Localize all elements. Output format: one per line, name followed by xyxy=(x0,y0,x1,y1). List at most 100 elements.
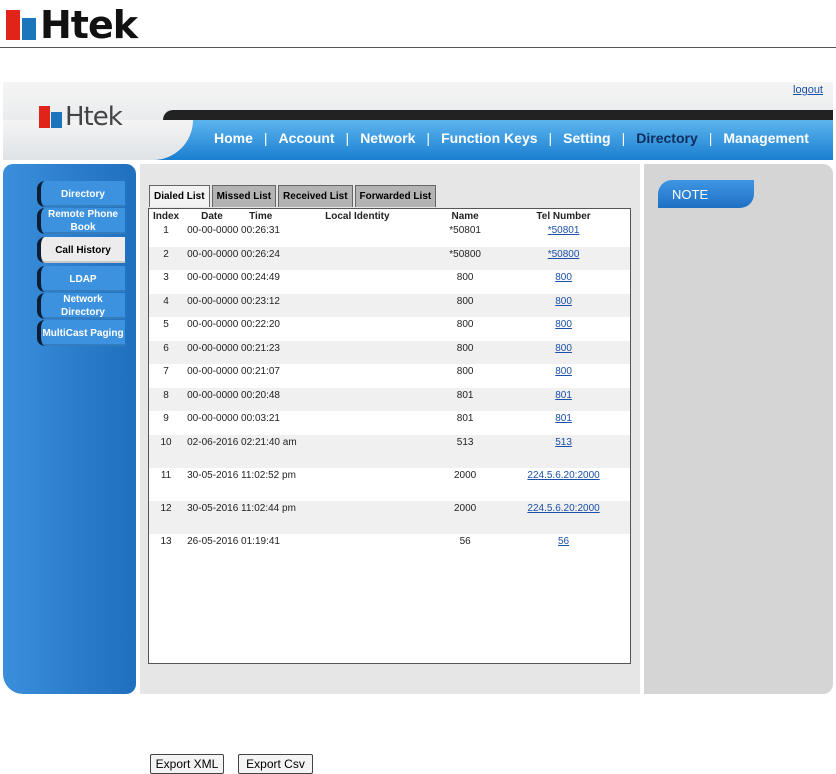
cell-tel: 224.5.6.20:2000 xyxy=(497,468,630,501)
cell-local-identity xyxy=(321,317,433,341)
tel-number-link[interactable]: *50800 xyxy=(548,249,580,260)
cell-datetime: 00-00-0000 00:03:21 xyxy=(187,413,280,424)
export-csv-button[interactable]: Export Csv xyxy=(238,754,313,774)
cell-datetime: 00-00-0000 00:22:20 xyxy=(187,319,280,330)
cell-local-identity xyxy=(321,534,433,558)
tel-number-link[interactable]: 800 xyxy=(555,366,572,377)
brand-bar: Htek xyxy=(0,0,836,48)
table-body: 1 00-00-0000 00:26:31 *50801 *50801 2 00-00-0… xyxy=(149,223,630,557)
table-row: 3 00-00-0000 00:24:49 800 800 xyxy=(149,270,630,294)
cell-local-identity xyxy=(321,341,433,365)
cell-local-identity xyxy=(321,223,433,247)
cell-local-identity xyxy=(321,294,433,318)
note-title: NOTE xyxy=(658,180,754,208)
header: Htek logout Home | Account | Network | F… xyxy=(3,82,833,160)
cell-index: 7 xyxy=(163,366,169,377)
call-list-tabs: Dialed List Missed List Received List Fo… xyxy=(149,185,438,207)
cell-tel: 224.5.6.20:2000 xyxy=(497,501,630,534)
cell-local-identity xyxy=(321,435,433,468)
table-row: 12 30-05-2016 11:02:44 pm 2000 224.5.6.20:2… xyxy=(149,500,630,534)
cell-index: 5 xyxy=(163,319,169,330)
sidebar-item-multicast-paging[interactable]: MultiCast Paging xyxy=(37,320,125,346)
tab-dialed-list[interactable]: Dialed List xyxy=(149,185,210,207)
cell-datetime: 00-00-0000 00:23:12 xyxy=(187,295,280,307)
tel-number-link[interactable]: 513 xyxy=(555,437,572,448)
web-ui-frame: Htek logout Home | Account | Network | F… xyxy=(3,82,833,774)
cell-name: 801 xyxy=(456,413,474,424)
sidebar-item-directory[interactable]: Directory xyxy=(37,181,125,207)
table-row: 6 00-00-0000 00:21:23 800 800 xyxy=(149,340,630,365)
sidebar-item-network-directory[interactable]: Network Directory xyxy=(37,293,125,319)
tel-number-link[interactable]: 224.5.6.20:2000 xyxy=(527,503,599,514)
cell-tel: 801 xyxy=(497,388,630,412)
nav-network[interactable]: Network xyxy=(349,130,426,146)
cell-name: 2000 xyxy=(454,502,477,514)
cell-index: 3 xyxy=(163,272,169,283)
col-tel-header: Tel Number xyxy=(536,210,591,222)
sidebar-item-call-history[interactable]: Call History xyxy=(37,237,125,263)
cell-index: 8 xyxy=(163,389,169,401)
tab-missed-list[interactable]: Missed List xyxy=(211,185,277,207)
tab-forwarded-list[interactable]: Forwarded List xyxy=(354,185,437,207)
export-xml-button[interactable]: Export XML xyxy=(150,754,224,774)
tel-number-link[interactable]: 801 xyxy=(555,413,572,424)
cell-name: 800 xyxy=(456,295,474,307)
cell-tel: 800 xyxy=(497,294,630,318)
nav-directory[interactable]: Directory xyxy=(625,130,708,146)
table-row: 7 00-00-0000 00:21:07 800 800 xyxy=(149,364,630,388)
cell-index: 11 xyxy=(160,469,172,481)
cell-name: 800 xyxy=(456,272,474,283)
tel-number-link[interactable]: 224.5.6.20:2000 xyxy=(527,470,599,481)
table-row: 5 00-00-0000 00:22:20 800 800 xyxy=(149,317,630,341)
cell-index: 2 xyxy=(163,248,169,260)
sidebar-item-remote-phone-book[interactable]: Remote Phone Book xyxy=(37,208,125,234)
cell-index: 10 xyxy=(160,436,172,448)
nav-account[interactable]: Account xyxy=(268,130,346,146)
cell-name: 2000 xyxy=(454,469,477,481)
tel-number-link[interactable]: *50801 xyxy=(548,225,580,236)
table-row: 4 00-00-0000 00:23:12 800 800 xyxy=(149,293,630,318)
logout-link[interactable]: logout xyxy=(793,84,823,96)
cell-tel: 800 xyxy=(497,341,630,365)
cell-tel: *50801 xyxy=(497,223,630,247)
cell-index: 12 xyxy=(160,502,172,514)
sidebar-item-ldap[interactable]: LDAP xyxy=(37,266,125,292)
cell-index: 1 xyxy=(163,225,169,236)
tel-number-link[interactable]: 801 xyxy=(555,390,572,401)
cell-index: 4 xyxy=(163,295,169,307)
nav-home[interactable]: Home xyxy=(203,130,264,146)
table-row: 10 02-06-2016 02:21:40 am 513 513 xyxy=(149,434,630,468)
table-row: 11 30-05-2016 11:02:52 pm 2000 224.5.6.20:2… xyxy=(149,467,630,501)
col-datetime-header: Date Time xyxy=(183,209,321,223)
cell-tel: 800 xyxy=(497,364,630,388)
cell-name: 800 xyxy=(456,342,474,354)
cell-datetime: 00-00-0000 00:20:48 xyxy=(187,389,280,401)
nav-management[interactable]: Management xyxy=(712,130,820,146)
logo-mark-icon xyxy=(39,104,65,130)
call-history-table: Index Date Time Local Identity Name Tel N… xyxy=(149,209,630,557)
tel-number-link[interactable]: 800 xyxy=(555,343,572,354)
tel-number-link[interactable]: 56 xyxy=(558,536,569,547)
header-logo-text: Htek xyxy=(65,102,123,132)
cell-datetime: 00-00-0000 00:24:49 xyxy=(187,272,280,283)
nav-setting[interactable]: Setting xyxy=(552,130,621,146)
cell-datetime: 00-00-0000 00:26:31 xyxy=(187,225,280,236)
tel-number-link[interactable]: 800 xyxy=(555,296,572,307)
note-panel: NOTE xyxy=(644,164,833,694)
tel-number-link[interactable]: 800 xyxy=(555,272,572,283)
table-row: 1 00-00-0000 00:26:31 *50801 *50801 xyxy=(149,223,630,247)
cell-name: 56 xyxy=(459,535,471,547)
cell-local-identity xyxy=(321,411,433,435)
brand-logo: Htek xyxy=(6,6,138,44)
tel-number-link[interactable]: 800 xyxy=(555,319,572,330)
tab-received-list[interactable]: Received List xyxy=(278,185,353,207)
cell-index: 6 xyxy=(163,342,169,354)
cell-datetime: 30-05-2016 11:02:44 pm xyxy=(187,502,296,514)
cell-name: 800 xyxy=(456,319,474,330)
sidebar: Directory Remote Phone Book Call History… xyxy=(3,164,136,694)
cell-tel: 513 xyxy=(497,435,630,468)
nav-function-keys[interactable]: Function Keys xyxy=(430,130,548,146)
cell-index: 9 xyxy=(163,413,169,424)
cell-index: 13 xyxy=(160,535,172,547)
cell-datetime: 02-06-2016 02:21:40 am xyxy=(187,436,297,448)
